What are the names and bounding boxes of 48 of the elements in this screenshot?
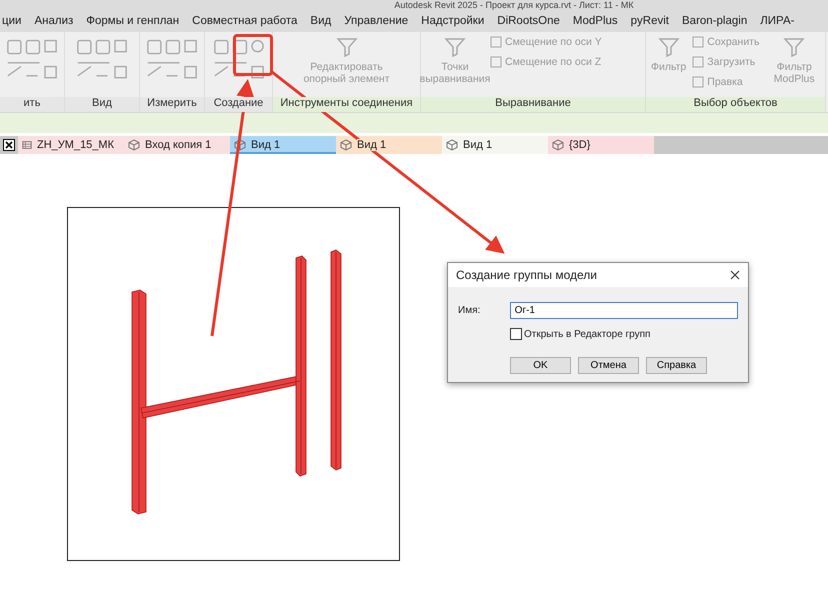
window-title: Autodesk Revit 2025 - Проект для курса.rvt - Лист: 11 - МК [394,0,634,10]
highlight-frame [233,34,273,76]
cube-icon [340,139,352,151]
menu-tab[interactable]: DiRootsOne [497,15,560,27]
open-in-editor-checkbox[interactable]: Открыть в Редакторе групп [510,328,738,340]
tool-icon [692,56,704,68]
cube-icon [234,139,246,151]
menu-tab[interactable]: Управление [344,15,408,27]
menu-tab[interactable]: Формы и генплан [86,15,180,27]
menu-tab[interactable]: Анализ [34,15,74,27]
cube-icon [552,139,564,151]
menu-tab[interactable]: Вид [310,15,332,27]
panel-label: Создание [205,97,272,112]
menu-tab[interactable]: Совместная работа [192,15,298,27]
menu-tab[interactable]: pyRevit [630,15,670,27]
view-tab[interactable]: ZH_УМ_15_МК [18,136,124,154]
checkbox[interactable] [510,328,522,340]
menu-tab[interactable]: ModPlus [572,15,618,27]
dialog-button[interactable]: OK [510,357,571,374]
tool-icon [490,36,502,48]
view-tab[interactable]: Вид 1 [442,136,548,154]
panel-label: Измерить [140,97,204,112]
dialog-button[interactable]: Отмена [578,357,639,374]
cube-icon [446,139,458,151]
tool-icon [490,56,502,68]
view-tab[interactable]: Вход копия 1 [124,136,230,154]
menu-tab[interactable]: ЛИРА- [760,15,794,27]
view-tab[interactable]: Вид 1 [230,136,336,154]
view-tab[interactable]: {3D} [548,136,654,154]
sheet-icon [22,139,32,151]
menu-tab[interactable]: ции [2,15,22,27]
name-field[interactable]: Ог-1 [510,302,738,319]
dialog-button[interactable]: Справка [646,357,707,374]
panel-label: Выбор объектов [646,97,825,112]
panel-label: Выравнивание [421,97,645,112]
close-icon[interactable] [3,139,15,151]
close-icon[interactable] [730,270,740,280]
panel-label: Инструменты соединения [273,97,420,112]
field-label: Имя: [458,305,482,316]
dialog-title: Создание группы модели [456,268,597,282]
menu-tab[interactable]: Надстройки [421,15,484,27]
cube-icon [128,139,140,151]
tool-icon [692,76,704,88]
panel-label: Вид [65,97,139,112]
tool-icon [692,36,704,48]
menu-tab[interactable]: Baron-plagin [682,15,748,27]
panel-label: ить [0,97,64,112]
view-tab[interactable]: Вид 1 [336,136,442,154]
